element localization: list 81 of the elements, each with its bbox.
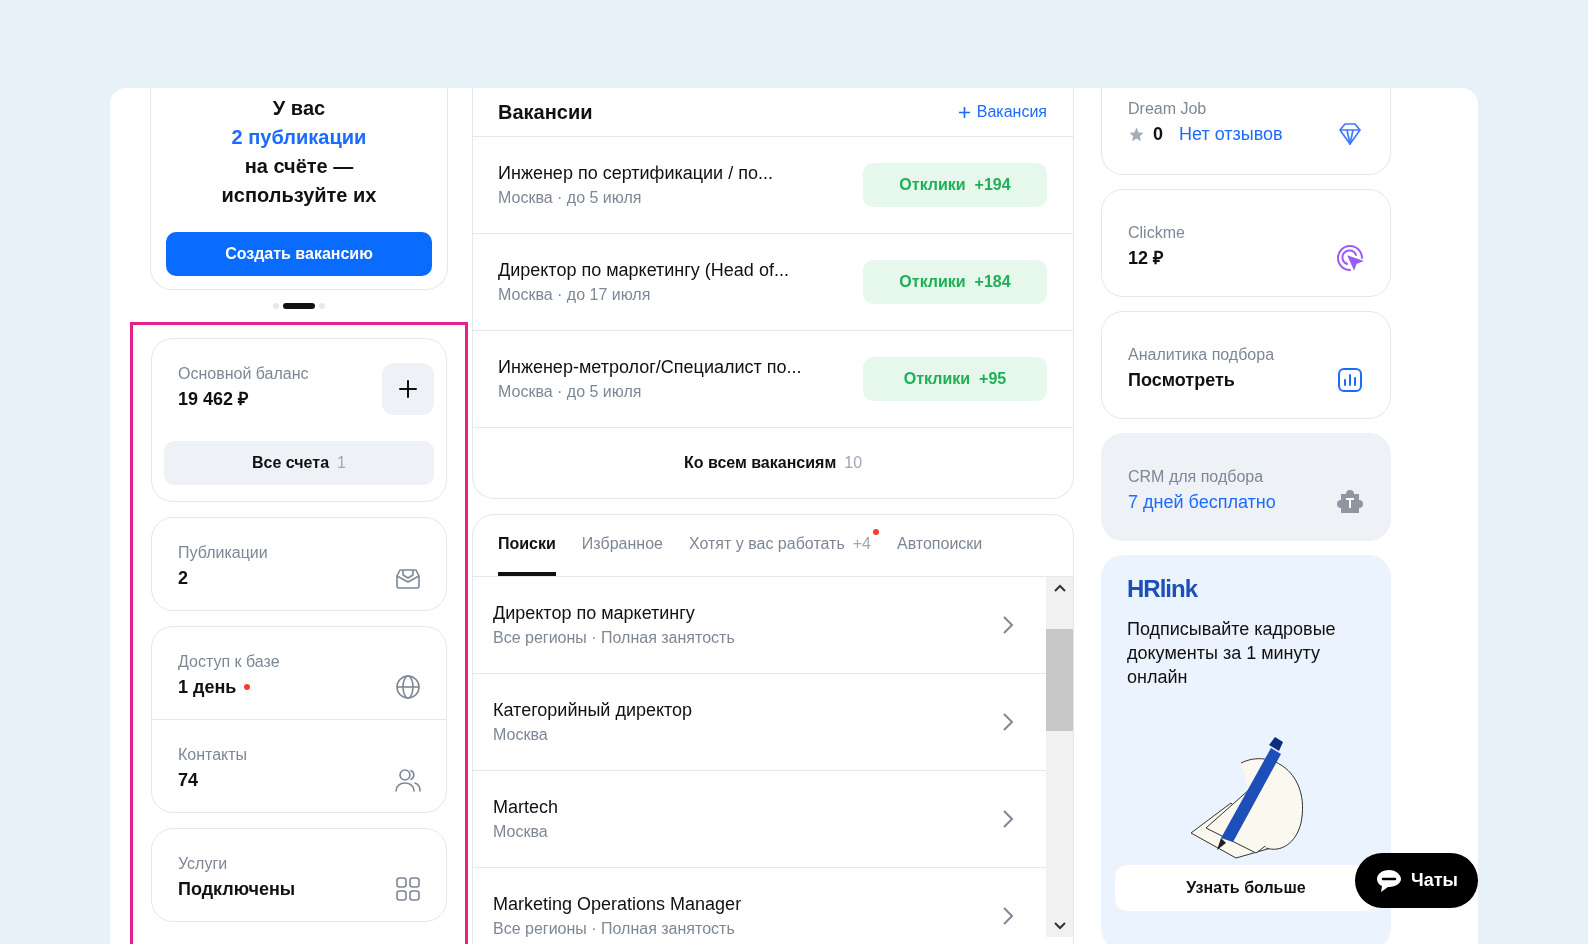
chevron-right-icon <box>1002 712 1014 732</box>
search-meta: Москва <box>493 725 549 745</box>
plus-icon <box>957 105 971 119</box>
chevron-right-icon <box>1002 809 1014 829</box>
stat-row[interactable]: Услуги Подключены <box>152 829 446 921</box>
pager-dot[interactable] <box>273 303 279 309</box>
all-accounts-button[interactable]: Все счета 1 <box>164 441 434 485</box>
search-title: Marketing Operations Manager <box>493 893 742 916</box>
star-icon <box>1128 125 1145 143</box>
stat-row[interactable]: Публикации 2 <box>152 518 446 610</box>
search-title: Директор по маркетингу <box>493 602 696 625</box>
scroll-up-icon[interactable] <box>1052 583 1067 593</box>
puzzle-icon <box>1336 488 1364 516</box>
service-label: Clickme <box>1128 223 1185 243</box>
service-label: Dream Job <box>1128 99 1208 119</box>
vacancy-title[interactable]: Инженер по сертификации / по... <box>498 160 773 186</box>
reviews-link[interactable]: Нет отзывов <box>1179 123 1283 145</box>
promo-text: У вас <box>271 96 327 121</box>
stat-row[interactable]: Контакты 74 <box>152 719 446 812</box>
search-title: Категорийный директор <box>493 699 693 722</box>
chat-bubble-icon <box>1375 867 1404 894</box>
service-label: CRM для подбора <box>1128 467 1265 487</box>
service-value: 12 ₽ <box>1128 247 1164 270</box>
vacancy-meta: Москва · до 5 июля <box>498 188 643 208</box>
accounts-count: 1 <box>337 454 346 471</box>
stat-label: Услуги <box>178 854 229 874</box>
chevron-right-icon <box>1002 906 1014 926</box>
search-title: Martech <box>493 796 559 819</box>
scrollbar[interactable] <box>1046 577 1073 937</box>
people-icon <box>394 766 422 794</box>
balance-value: 19 462 ₽ <box>178 388 250 411</box>
scrollbar-thumb[interactable] <box>1046 629 1073 731</box>
all-vacancies-link[interactable]: Ко всем вакансиям <box>683 454 837 472</box>
stat-label: Контакты <box>178 745 248 765</box>
service-label: Аналитика подбора <box>1128 345 1275 365</box>
tab[interactable]: Избранное <box>581 515 663 576</box>
cursor-click-icon <box>1336 244 1364 272</box>
service-card[interactable]: Clickme 12 ₽ <box>1101 189 1391 297</box>
search-meta: Все регионы · Полная занятость <box>493 628 735 648</box>
vacancy-title[interactable]: Инженер-метролог/Специалист по... <box>498 354 802 380</box>
stat-row[interactable]: Доступ к базе 1 день <box>152 627 446 719</box>
add-vacancy-link[interactable]: Вакансия <box>957 103 1047 121</box>
stat-label: Доступ к базе <box>178 652 280 672</box>
hrlink-logo: HRlink <box>1127 575 1197 603</box>
add-funds-button[interactable] <box>382 363 434 415</box>
tab[interactable]: Хотят у вас работать +4 <box>688 515 871 576</box>
promo-text: на счёте — <box>243 154 355 179</box>
service-card[interactable]: Dream Job 0 Нет отзывов <box>1101 88 1391 175</box>
grid-icon <box>394 875 422 903</box>
stat-value: 74 <box>178 769 199 792</box>
plus-icon <box>398 379 418 399</box>
scroll-down-icon[interactable] <box>1052 921 1067 931</box>
vacancy-title[interactable]: Директор по маркетингу (Head of... <box>498 257 789 283</box>
service-card[interactable]: CRM для подбора 7 дней бесплатно <box>1101 433 1391 541</box>
chevron-right-icon <box>1002 615 1014 635</box>
stat-value: 2 <box>178 567 188 590</box>
balance-label: Основной баланс <box>178 364 309 384</box>
vacancies-count: 10 <box>844 454 863 472</box>
globe-icon <box>394 673 422 701</box>
service-link[interactable]: 7 дней бесплатно <box>1128 488 1276 516</box>
vacancy-meta: Москва · до 17 июля <box>498 285 652 305</box>
vacancies-title: Вакансии <box>498 100 593 124</box>
search-meta: Москва <box>493 822 549 842</box>
ad-text: Подписывайте кадровые документы за 1 минуту онлайн <box>1127 618 1337 689</box>
search-meta: Все регионы · Полная занятость <box>493 919 736 939</box>
service-value: 0 <box>1153 123 1163 146</box>
promo-text: 2 публикации <box>230 125 368 150</box>
stat-label: Публикации <box>178 543 268 563</box>
service-card[interactable]: Аналитика подбора Посмотреть <box>1101 311 1391 419</box>
stat-value: Подключены <box>178 878 296 901</box>
vacancy-meta: Москва · до 5 июля <box>498 382 643 402</box>
create-vacancy-button[interactable]: Создать вакансию <box>166 232 432 276</box>
tab[interactable]: Поиски <box>498 515 556 576</box>
chats-button[interactable]: Чаты <box>1355 853 1478 908</box>
tab[interactable]: Автопоиски <box>897 515 983 576</box>
chart-icon <box>1336 366 1364 394</box>
pager-dot[interactable] <box>319 303 325 309</box>
diamond-icon <box>1336 120 1364 148</box>
service-value: Посмотреть <box>1128 369 1235 392</box>
stat-value: 1 день <box>178 676 237 699</box>
promo-text: используйте их <box>220 183 378 208</box>
